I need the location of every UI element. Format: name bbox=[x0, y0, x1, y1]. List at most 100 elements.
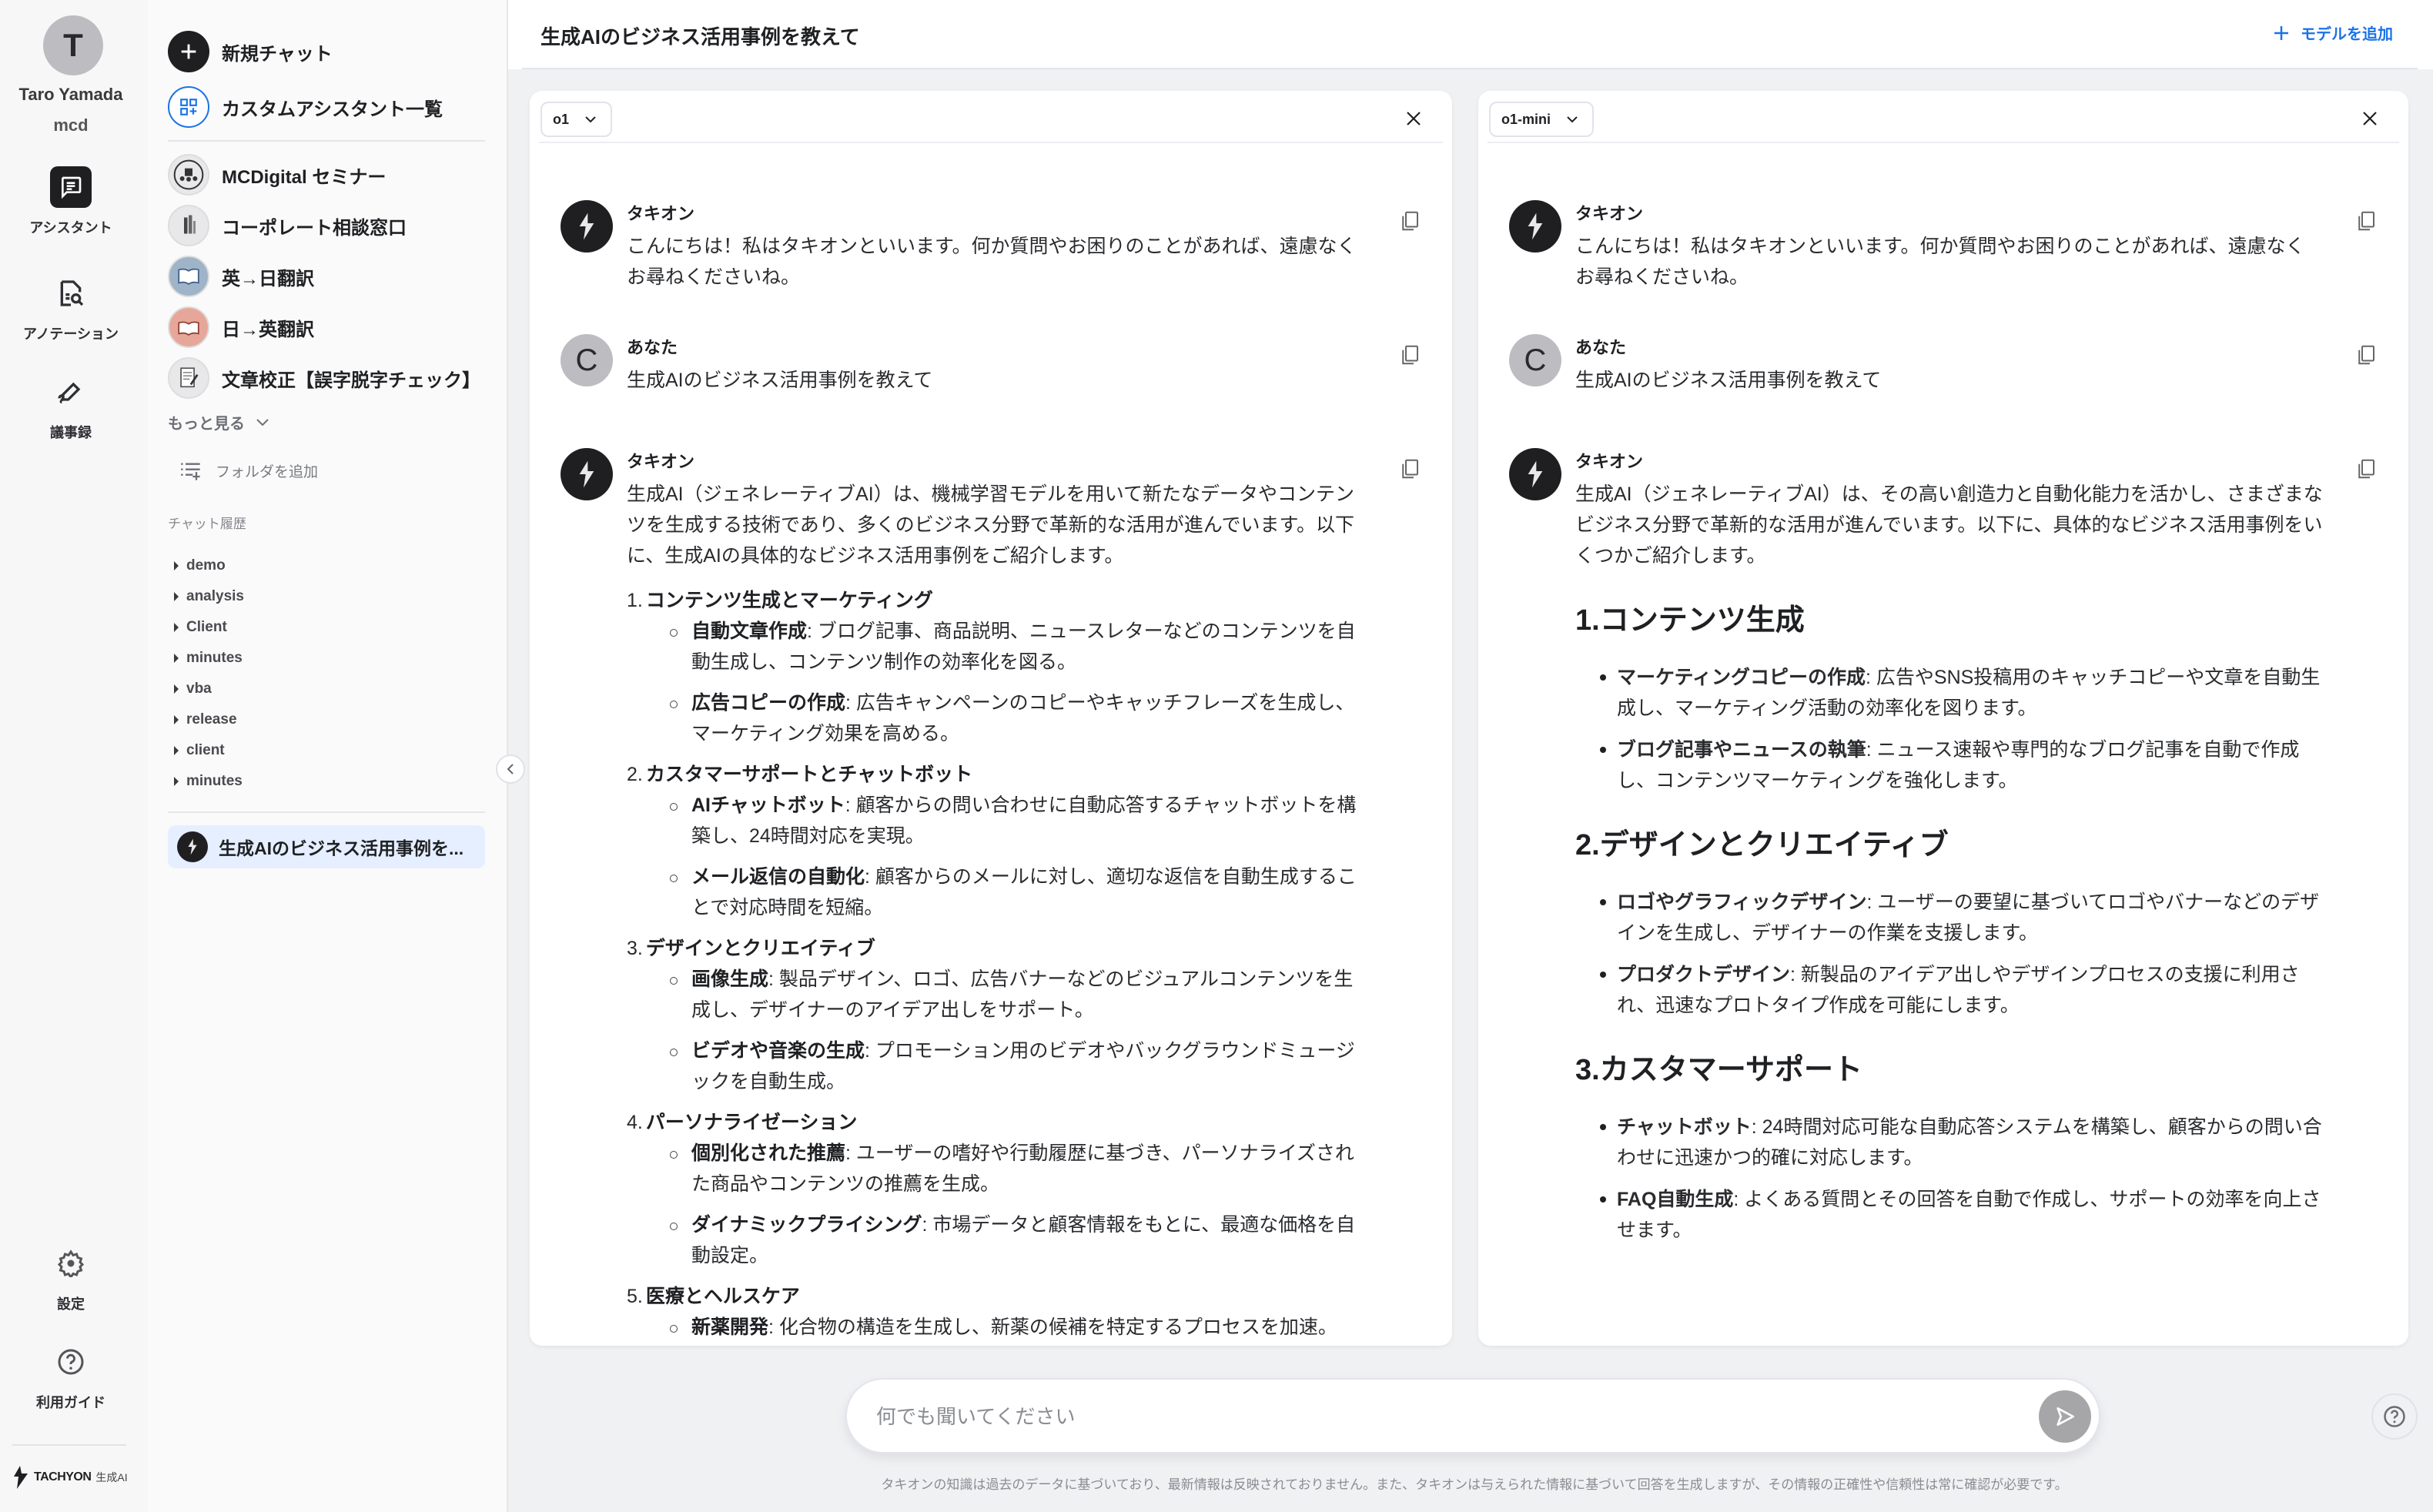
rail-item-settings[interactable]: 設定 bbox=[0, 1243, 142, 1313]
section-heading: 1.コンテンツ生成 bbox=[1575, 602, 2324, 639]
user-avatar[interactable]: T bbox=[43, 15, 103, 75]
item-term: 新薬開発 bbox=[691, 1316, 769, 1338]
assistant-item[interactable]: MCDigital セミナー bbox=[168, 154, 386, 196]
section-title: コンテンツ生成とマーケティング bbox=[645, 590, 933, 611]
assistant-item[interactable]: 文章校正【誤字脱字チェック】 bbox=[168, 357, 480, 399]
item-desc: : 化合物の構造を生成し、新薬の候補を特定するプロセスを加速。 bbox=[768, 1316, 1337, 1338]
close-panel-button[interactable] bbox=[2356, 105, 2384, 132]
brand-name: TACHYON bbox=[34, 1470, 92, 1484]
panel-header: o1-mini bbox=[1488, 91, 2399, 143]
divider bbox=[168, 140, 485, 142]
assistant-label: 日→英翻訳 bbox=[222, 319, 314, 340]
message-author: あなた bbox=[627, 338, 678, 357]
folder-label: vba bbox=[186, 681, 212, 697]
book-icon bbox=[168, 256, 209, 297]
item-term: ブログ記事やニュースの執筆 bbox=[1617, 739, 1866, 761]
model-selector[interactable]: o1-mini bbox=[1489, 102, 1595, 137]
folder-label: demo bbox=[186, 557, 226, 574]
answer-section: 1. コンテンツ生成とマーケティング 自動文章作成: ブログ記事、商品説明、ニュース… bbox=[627, 585, 1367, 749]
model-selector[interactable]: o1 bbox=[540, 102, 613, 137]
add-model-button[interactable]: モデルを追加 bbox=[2273, 22, 2393, 44]
rail-item-guide[interactable]: 利用ガイド bbox=[0, 1341, 142, 1412]
caret-right-icon bbox=[174, 777, 179, 786]
chat-history-heading: チャット履歴 bbox=[168, 517, 246, 531]
copy-icon[interactable] bbox=[1398, 209, 1421, 232]
assistant-item[interactable]: コーポレート相談窓口 bbox=[168, 205, 407, 246]
add-model-label: モデルを追加 bbox=[2301, 26, 2393, 43]
section-number: 2. bbox=[1575, 829, 1600, 861]
divider bbox=[522, 68, 2418, 69]
section-list: ロゴやグラフィックデザイン: ユーザーの要望に基づいてロゴやバナーなどのデザイン… bbox=[1600, 887, 2324, 1021]
caret-right-icon bbox=[174, 746, 179, 755]
show-more-button[interactable]: もっと見る bbox=[168, 411, 269, 433]
folder-item[interactable]: analysis bbox=[174, 588, 244, 605]
section-item: 広告コピーの作成: 広告キャンペーンのコピーやキャッチフレーズを生成し、マーケテ… bbox=[670, 687, 1367, 749]
folder-item[interactable]: demo bbox=[174, 557, 226, 574]
user-avatar: C bbox=[1509, 334, 1561, 386]
item-term: ビデオや音楽の生成 bbox=[691, 1040, 865, 1062]
caret-right-icon bbox=[174, 715, 179, 724]
copy-icon[interactable] bbox=[2354, 457, 2378, 480]
building-icon bbox=[168, 205, 209, 246]
folder-item[interactable]: vba bbox=[174, 681, 212, 697]
copy-icon[interactable] bbox=[1398, 457, 1421, 480]
section-item: AIチャットボット: 顧客からの問い合わせに自動応答するチャットボットを構築し、… bbox=[670, 790, 1367, 851]
add-list-icon bbox=[181, 463, 200, 480]
user-avatar: C bbox=[561, 334, 613, 386]
copy-icon[interactable] bbox=[2354, 209, 2378, 232]
assistant-item[interactable]: 日→英翻訳 bbox=[168, 306, 314, 348]
rail-item-minutes[interactable]: 議事録 bbox=[0, 371, 142, 442]
rail-item-assistant[interactable]: アシスタント bbox=[0, 166, 142, 237]
caret-right-icon bbox=[174, 654, 179, 663]
caret-right-icon bbox=[174, 592, 179, 601]
item-term: 個別化された推薦 bbox=[691, 1142, 846, 1164]
section-number: 5. bbox=[627, 1286, 643, 1307]
copy-icon[interactable] bbox=[2354, 343, 2378, 366]
section-item: プロダクトデザイン: 新製品のアイデア出しやデザインプロセスの支援に利用され、迅… bbox=[1600, 959, 2324, 1021]
section-title: デザインとクリエイティブ bbox=[1599, 829, 1949, 861]
close-icon bbox=[2363, 112, 2377, 125]
chat-input[interactable] bbox=[876, 1400, 1993, 1433]
divider bbox=[168, 811, 485, 813]
answer-section: 5. 医療とヘルスケア 新薬開発: 化合物の構造を生成し、新薬の候補を特定するプロセ… bbox=[627, 1281, 1367, 1346]
send-icon bbox=[2057, 1407, 2074, 1426]
copy-icon[interactable] bbox=[1398, 343, 1421, 366]
assistant-item[interactable]: 英→日翻訳 bbox=[168, 256, 314, 297]
new-chat-button[interactable]: 新規チャット bbox=[168, 31, 333, 72]
chat-history-item-active[interactable]: 生成AIのビジネス活用事例を... bbox=[168, 825, 485, 868]
item-term: ダイナミックプライシング bbox=[691, 1214, 922, 1236]
collapse-sidebar-button[interactable] bbox=[496, 754, 525, 784]
rail-item-annotation[interactable]: アノテーション bbox=[0, 273, 142, 343]
rail-item-label: アシスタント bbox=[29, 220, 112, 236]
section-item: FAQ自動生成: よくある質問とその回答を自動で作成し、サポートの効率を向上させ… bbox=[1600, 1184, 2324, 1246]
custom-assistants-button[interactable]: カスタムアシスタント一覧 bbox=[168, 86, 443, 128]
section-list: マーケティングコピーの作成: 広告やSNS投稿用のキャッチコピーや文章を自動生成… bbox=[1600, 662, 2324, 796]
folder-item[interactable]: minutes bbox=[174, 773, 243, 790]
answer-section: 4. パーソナライゼーション 個別化された推薦: ユーザーの嗜好や行動履歴に基づき、… bbox=[627, 1107, 1367, 1271]
close-panel-button[interactable] bbox=[1400, 105, 1427, 132]
page-title: 生成AIのビジネス活用事例を教えて bbox=[540, 25, 860, 49]
folder-item[interactable]: release bbox=[174, 711, 237, 728]
plus-icon bbox=[168, 31, 209, 72]
answer-intro: 生成AI（ジェネレーティブAI）は、その高い創造力と自動化能力を活かし、さまざま… bbox=[1575, 483, 2323, 567]
folder-item[interactable]: Client bbox=[174, 619, 227, 636]
tachyon-avatar-icon bbox=[1509, 448, 1561, 500]
tachyon-avatar-icon bbox=[561, 448, 613, 500]
send-button[interactable] bbox=[2039, 1390, 2091, 1443]
header: 生成AIのビジネス活用事例を教えて モデルを追加 bbox=[508, 0, 2433, 69]
section-item: ダイナミックプライシング: 市場データと顧客情報をもとに、最適な価格を自動設定。 bbox=[670, 1209, 1367, 1271]
section-item: ビデオや音楽の生成: プロモーション用のビデオやバックグラウンドミュージックを自… bbox=[670, 1035, 1367, 1097]
section-title: カスタマーサポートとチャットボット bbox=[645, 764, 973, 785]
folder-item[interactable]: minutes bbox=[174, 650, 243, 667]
chat-icon bbox=[50, 166, 92, 208]
message-author: タキオン bbox=[1575, 204, 1644, 223]
chevron-left-icon bbox=[507, 764, 514, 774]
add-folder-button[interactable]: フォルダを追加 bbox=[180, 460, 318, 481]
message-author: タキオン bbox=[627, 204, 695, 223]
help-button[interactable] bbox=[2371, 1393, 2418, 1440]
assistant-label: コーポレート相談窓口 bbox=[222, 217, 407, 239]
folder-item[interactable]: client bbox=[174, 742, 225, 759]
folder-label: client bbox=[186, 742, 225, 758]
folder-label: minutes bbox=[186, 773, 243, 789]
custom-assistants-label: カスタムアシスタント一覧 bbox=[222, 99, 443, 120]
